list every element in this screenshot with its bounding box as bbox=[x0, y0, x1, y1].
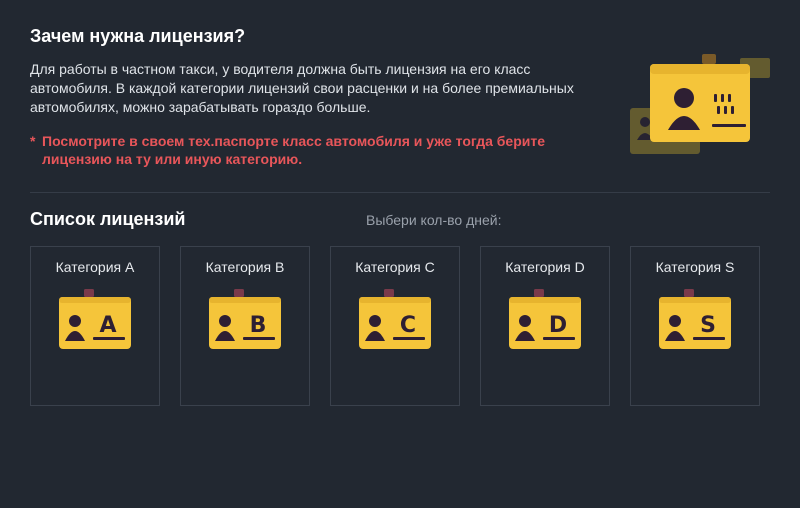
license-cards: Категория A A Категория B B Категория C bbox=[30, 246, 760, 406]
page-title: Зачем нужна лицензия? bbox=[30, 26, 246, 46]
warning-star: * bbox=[30, 133, 36, 149]
days-label: Выбери кол-во дней: bbox=[366, 212, 502, 228]
license-list-title: Список лицензий bbox=[30, 209, 186, 229]
license-letter: C bbox=[400, 313, 416, 338]
license-badge-icon: B bbox=[209, 289, 281, 349]
license-card-label: Категория B bbox=[205, 259, 285, 275]
warning-text: Посмотрите в своем тех.паспорте класс ав… bbox=[42, 133, 545, 167]
license-badge-icon: D bbox=[509, 289, 581, 349]
license-card-label: Категория C bbox=[355, 259, 435, 275]
license-letter: D bbox=[549, 313, 567, 338]
license-letter: S bbox=[700, 313, 716, 338]
section-divider bbox=[30, 192, 770, 193]
license-description: Для работы в частном такси, у водителя д… bbox=[30, 61, 574, 115]
license-card-s[interactable]: Категория S S bbox=[630, 246, 760, 406]
license-card-label: Категория D bbox=[505, 259, 585, 275]
license-card-label: Категория A bbox=[55, 259, 135, 275]
license-card-b[interactable]: Категория B B bbox=[180, 246, 310, 406]
license-card-a[interactable]: Категория A A bbox=[30, 246, 160, 406]
license-letter: B bbox=[250, 313, 267, 338]
license-letter: A bbox=[99, 313, 116, 338]
license-badge-icon: A bbox=[59, 289, 131, 349]
license-badge-icon: S bbox=[659, 289, 731, 349]
license-warning: * Посмотрите в своем тех.паспорте класс … bbox=[30, 132, 550, 168]
license-card-d[interactable]: Категория D D bbox=[480, 246, 610, 406]
license-badge-icon: C bbox=[359, 289, 431, 349]
license-card-c[interactable]: Категория C C bbox=[330, 246, 460, 406]
license-card-label: Категория S bbox=[655, 259, 735, 275]
license-cards-illustration bbox=[630, 54, 770, 154]
